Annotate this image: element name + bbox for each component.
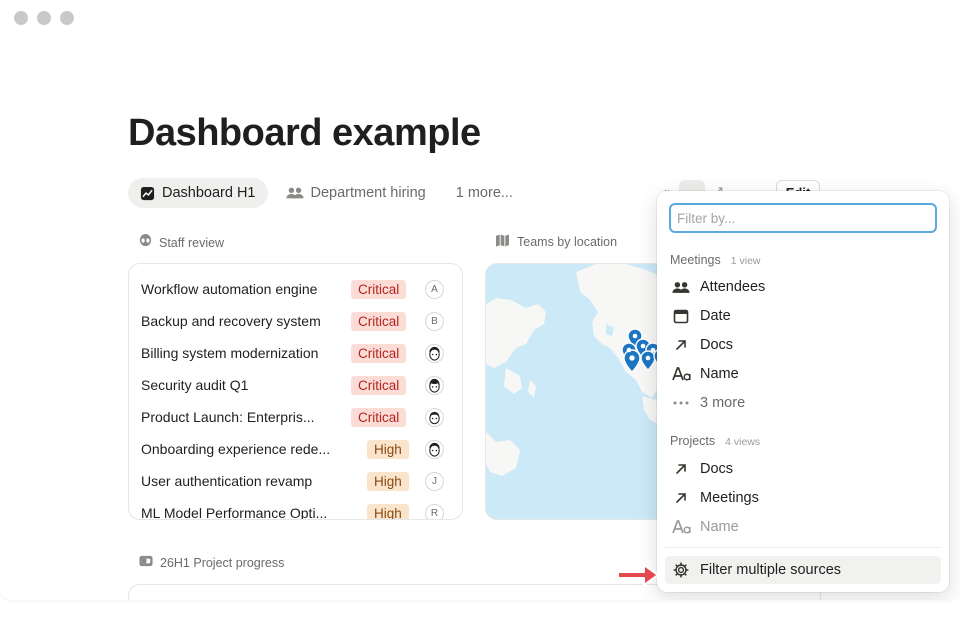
gear-icon bbox=[671, 560, 691, 580]
zoom-window-button[interactable] bbox=[60, 11, 74, 25]
priority-badge: High bbox=[367, 471, 409, 491]
avatar bbox=[425, 407, 444, 427]
option-label: 3 more bbox=[700, 395, 746, 411]
window-controls bbox=[14, 11, 74, 25]
section-title: Teams by location bbox=[517, 235, 618, 249]
project-name: User authentication revamp bbox=[141, 473, 313, 489]
avatar: A bbox=[425, 279, 444, 299]
project-name: Onboarding experience rede... bbox=[141, 441, 331, 457]
option-label: Filter multiple sources bbox=[700, 562, 842, 578]
project-name: Backup and recovery system bbox=[141, 313, 321, 329]
ellipsis-icon bbox=[671, 393, 691, 413]
page-title: Dashboard example bbox=[128, 112, 481, 154]
avatar: R bbox=[425, 503, 444, 519]
minimize-window-button[interactable] bbox=[37, 11, 51, 25]
priority-badge: Critical bbox=[351, 279, 407, 299]
option-label: Date bbox=[700, 308, 731, 324]
option-label: Docs bbox=[700, 337, 734, 353]
filter-option-docs[interactable]: Docs bbox=[665, 331, 941, 359]
calendar-icon bbox=[671, 306, 691, 326]
group-header-meetings: Meetings 1 view bbox=[670, 253, 761, 267]
avatar bbox=[425, 343, 444, 363]
filter-option-more[interactable]: 3 more bbox=[665, 389, 941, 417]
priority-badge: High bbox=[367, 503, 409, 519]
avatar: B bbox=[425, 311, 444, 331]
table-row[interactable]: Onboarding experience rede... High bbox=[141, 433, 450, 465]
filter-multiple-sources-button[interactable]: Filter multiple sources bbox=[665, 556, 941, 584]
filter-option-date[interactable]: Date bbox=[665, 302, 941, 330]
table-row[interactable]: Product Launch: Enterpris... Critical bbox=[141, 401, 450, 433]
map-icon bbox=[495, 234, 510, 250]
option-label: Attendees bbox=[700, 279, 766, 295]
option-label: Name bbox=[700, 519, 739, 535]
avatar: J bbox=[425, 471, 444, 491]
filter-option-project-meetings[interactable]: Meetings bbox=[665, 484, 941, 512]
relation-arrow-icon bbox=[671, 488, 691, 508]
table-row[interactable]: Billing system modernization Critical bbox=[141, 337, 450, 369]
group-header-projects: Projects 4 views bbox=[670, 434, 760, 448]
option-label: Meetings bbox=[700, 490, 759, 506]
staff-review-header: Staff review bbox=[139, 234, 224, 251]
table-row[interactable]: User authentication revamp High J bbox=[141, 465, 450, 497]
tab-label: 1 more... bbox=[455, 185, 513, 201]
alien-icon bbox=[139, 234, 152, 251]
table-row[interactable]: Backup and recovery system Critical B bbox=[141, 305, 450, 337]
filter-search-input[interactable] bbox=[669, 203, 937, 233]
table-row[interactable]: Security audit Q1 Critical bbox=[141, 369, 450, 401]
avatar bbox=[425, 439, 444, 459]
section-title: Staff review bbox=[159, 235, 225, 250]
text-aa-icon bbox=[671, 517, 691, 537]
people-icon bbox=[285, 186, 304, 200]
group-count: 4 views bbox=[725, 436, 761, 448]
teams-by-location-header: Teams by location bbox=[495, 234, 617, 250]
progress-icon bbox=[139, 555, 153, 570]
tab-more[interactable]: 1 more... bbox=[444, 178, 525, 208]
filter-option-project-docs[interactable]: Docs bbox=[665, 455, 941, 483]
filter-option-name[interactable]: Name bbox=[665, 360, 941, 388]
tab-department-hiring[interactable]: Department hiring bbox=[274, 178, 438, 208]
option-label: Name bbox=[700, 366, 739, 382]
section-title: 26H1 Project progress bbox=[160, 555, 285, 570]
text-aa-icon bbox=[671, 364, 691, 384]
filter-dropdown: Meetings 1 view Attendees Date Docs N bbox=[657, 191, 949, 592]
priority-badge: Critical bbox=[351, 343, 407, 363]
relation-arrow-icon bbox=[671, 459, 691, 479]
relation-arrow-icon bbox=[671, 335, 691, 355]
staff-review-card: Workflow automation engine Critical A Ba… bbox=[128, 263, 463, 520]
group-count: 1 view bbox=[730, 255, 761, 267]
project-name: ML Model Performance Opti... bbox=[141, 505, 328, 520]
project-name: Billing system modernization bbox=[141, 345, 319, 361]
table-row[interactable]: ML Model Performance Opti... High R bbox=[141, 497, 450, 520]
project-name: Product Launch: Enterpris... bbox=[141, 409, 315, 425]
priority-badge: High bbox=[367, 439, 409, 459]
tab-label: Department hiring bbox=[310, 185, 426, 201]
app-window: Dashboard example Dashboard H1 Departmen… bbox=[0, 0, 960, 600]
group-label: Meetings bbox=[670, 253, 721, 267]
priority-badge: Critical bbox=[351, 375, 407, 395]
view-tabs: Dashboard H1 Department hiring 1 more... bbox=[128, 178, 525, 208]
priority-badge: Critical bbox=[351, 407, 407, 427]
avatar bbox=[425, 375, 444, 395]
table-row[interactable]: Workflow automation engine Critical A bbox=[141, 273, 450, 305]
group-label: Projects bbox=[670, 434, 716, 448]
pointer-arrow-icon bbox=[616, 562, 660, 593]
teams-map[interactable] bbox=[485, 263, 685, 520]
project-name: Workflow automation engine bbox=[141, 281, 318, 297]
close-window-button[interactable] bbox=[14, 11, 28, 25]
option-label: Docs bbox=[700, 461, 734, 477]
filter-option-attendees[interactable]: Attendees bbox=[665, 273, 941, 301]
world-map bbox=[486, 264, 684, 519]
people-icon bbox=[671, 277, 691, 297]
tab-dashboard-h1[interactable]: Dashboard H1 bbox=[128, 178, 268, 208]
project-progress-header: 26H1 Project progress bbox=[139, 555, 284, 570]
tab-label: Dashboard H1 bbox=[162, 185, 256, 201]
project-name: Security audit Q1 bbox=[141, 377, 249, 393]
priority-badge: Critical bbox=[351, 311, 407, 331]
filter-option-project-name[interactable]: Name bbox=[665, 513, 941, 541]
divider bbox=[665, 547, 941, 548]
chart-icon bbox=[140, 186, 155, 201]
